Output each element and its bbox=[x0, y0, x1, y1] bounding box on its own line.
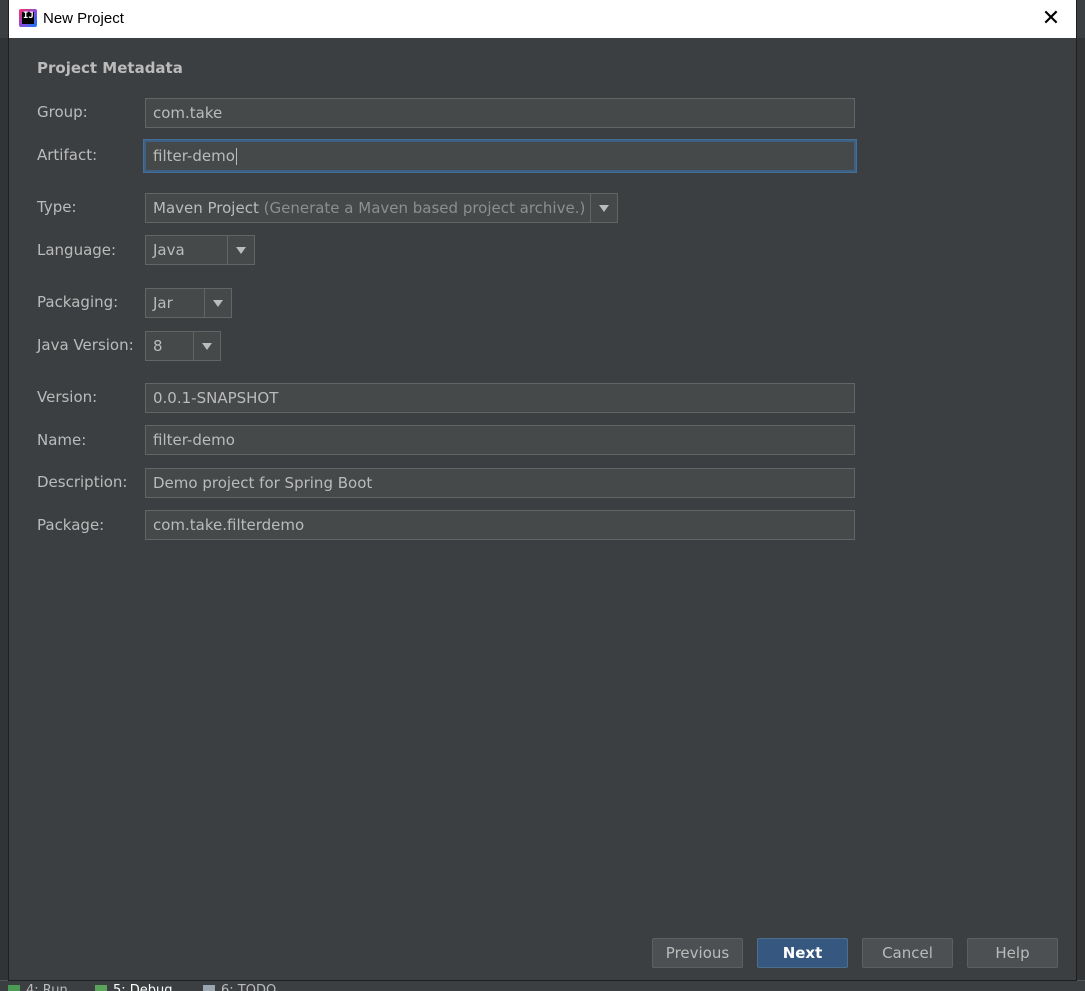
dialog-titlebar: IJ New Project ✕ bbox=[9, 0, 1076, 38]
packaging-select[interactable]: Jar bbox=[145, 288, 232, 318]
packaging-label: Packaging: bbox=[37, 293, 118, 311]
previous-button[interactable]: Previous bbox=[652, 938, 743, 968]
type-select-value: Maven Project (Generate a Maven based pr… bbox=[153, 194, 585, 222]
version-field[interactable]: 0.0.1-SNAPSHOT bbox=[145, 383, 855, 413]
tool-window-bar: 4: Run 5: Debug 6: TODO bbox=[0, 980, 1085, 991]
bug-icon bbox=[95, 985, 107, 991]
packaging-select-value: Jar bbox=[153, 289, 173, 317]
java-version-select-value: 8 bbox=[153, 332, 163, 360]
text-caret bbox=[236, 148, 237, 165]
chevron-down-icon[interactable] bbox=[193, 332, 220, 360]
group-label: Group: bbox=[37, 103, 88, 121]
new-project-dialog: IJ New Project ✕ Project Metadata Group:… bbox=[9, 0, 1076, 980]
language-select[interactable]: Java bbox=[145, 235, 255, 265]
artifact-value: filter-demo bbox=[153, 147, 235, 165]
dialog-title: New Project bbox=[43, 10, 124, 27]
type-label: Type: bbox=[37, 198, 77, 216]
chevron-down-icon[interactable] bbox=[227, 236, 254, 264]
artifact-label: Artifact: bbox=[37, 146, 97, 164]
package-label: Package: bbox=[37, 516, 104, 534]
language-select-value: Java bbox=[153, 236, 185, 264]
cancel-button[interactable]: Cancel bbox=[862, 938, 953, 968]
ide-right-edge bbox=[1077, 38, 1085, 980]
package-field[interactable]: com.take.filterdemo bbox=[145, 510, 855, 540]
next-button[interactable]: Next bbox=[757, 938, 848, 968]
type-select[interactable]: Maven Project (Generate a Maven based pr… bbox=[145, 193, 618, 223]
type-select-hint: (Generate a Maven based project archive.… bbox=[264, 199, 586, 217]
name-label: Name: bbox=[37, 431, 86, 449]
description-field[interactable]: Demo project for Spring Boot bbox=[145, 468, 855, 498]
version-label: Version: bbox=[37, 388, 97, 406]
help-button[interactable]: Help bbox=[967, 938, 1058, 968]
run-icon bbox=[8, 985, 20, 991]
close-icon[interactable]: ✕ bbox=[1038, 6, 1064, 32]
chevron-down-icon[interactable] bbox=[204, 289, 231, 317]
todo-icon bbox=[203, 985, 215, 991]
language-label: Language: bbox=[37, 241, 116, 259]
java-version-label: Java Version: bbox=[37, 336, 134, 354]
group-field[interactable]: com.take bbox=[145, 98, 855, 128]
name-field[interactable]: filter-demo bbox=[145, 425, 855, 455]
description-label: Description: bbox=[37, 473, 127, 491]
artifact-field[interactable]: filter-demo bbox=[144, 140, 856, 172]
java-version-select[interactable]: 8 bbox=[145, 331, 221, 361]
intellij-app-icon: IJ bbox=[19, 9, 37, 27]
section-title: Project Metadata bbox=[37, 59, 183, 77]
chevron-down-icon[interactable] bbox=[590, 194, 617, 222]
